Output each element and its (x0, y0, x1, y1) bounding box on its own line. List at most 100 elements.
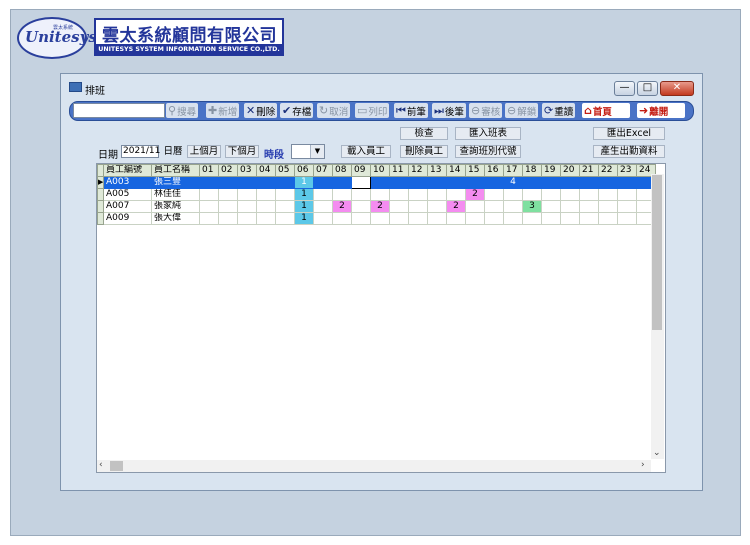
column-header[interactable]: 18 (522, 164, 542, 177)
vertical-scrollbar[interactable] (651, 174, 664, 459)
column-header[interactable]: 10 (370, 164, 390, 177)
load-staff-button[interactable]: 載入員工 (341, 145, 391, 158)
shift-cell[interactable] (617, 188, 637, 201)
shift-cell[interactable] (484, 212, 504, 225)
shift-cell[interactable]: 2 (465, 188, 485, 201)
shift-cell[interactable] (313, 200, 333, 213)
shift-cell[interactable] (199, 176, 219, 189)
table-row[interactable]: A005 林佳佳 1 2 (97, 188, 656, 201)
delete-button[interactable]: ✕ 刪除 (244, 103, 278, 118)
employee-id-cell[interactable]: A007 (103, 200, 152, 213)
shift-cell[interactable] (560, 176, 580, 189)
shift-cell[interactable] (389, 212, 409, 225)
shift-cell[interactable] (199, 212, 219, 225)
shift-cell[interactable] (237, 212, 257, 225)
shift-cell[interactable] (560, 188, 580, 201)
shift-cell[interactable] (370, 188, 390, 201)
scroll-left-icon[interactable]: ‹ (99, 460, 103, 470)
shift-cell[interactable] (256, 176, 276, 189)
column-header[interactable]: 07 (313, 164, 333, 177)
employee-id-cell[interactable]: A009 (103, 212, 152, 225)
shift-cell[interactable] (313, 212, 333, 225)
shift-cell[interactable] (446, 188, 466, 201)
shift-cell[interactable] (256, 188, 276, 201)
shift-cell[interactable] (427, 176, 447, 189)
shift-cell[interactable] (332, 176, 352, 189)
shift-cell[interactable] (503, 188, 523, 201)
table-row[interactable]: A009 張大偉 1 (97, 212, 656, 225)
column-header[interactable]: 22 (598, 164, 618, 177)
vertical-scroll-thumb[interactable] (652, 175, 662, 330)
export-excel-button[interactable]: 匯出Excel (593, 127, 665, 140)
shift-cell[interactable] (427, 212, 447, 225)
column-header[interactable]: 20 (560, 164, 580, 177)
home-button[interactable]: ⌂ 首頁 (582, 103, 630, 118)
column-header[interactable]: 17 (503, 164, 523, 177)
column-header[interactable]: 12 (408, 164, 428, 177)
column-header[interactable]: 19 (541, 164, 561, 177)
shift-cell[interactable] (408, 200, 428, 213)
shift-cell[interactable] (598, 200, 618, 213)
shift-cell[interactable] (579, 212, 599, 225)
scroll-down-icon[interactable]: ⌄ (653, 448, 661, 458)
column-header[interactable]: 21 (579, 164, 599, 177)
shift-cell[interactable] (256, 212, 276, 225)
shift-cell[interactable]: 1 (294, 188, 314, 201)
shift-cell[interactable] (579, 188, 599, 201)
shift-cell[interactable] (484, 176, 504, 189)
close-button[interactable]: ✕ (660, 81, 694, 96)
shift-cell[interactable]: 3 (522, 200, 542, 213)
shift-cell[interactable] (617, 212, 637, 225)
search-button[interactable]: ⚲ 搜尋 (166, 103, 199, 118)
shift-cell[interactable] (427, 188, 447, 201)
shift-cell[interactable] (199, 200, 219, 213)
column-header[interactable]: 05 (275, 164, 295, 177)
shift-cell[interactable] (408, 176, 428, 189)
shift-cell[interactable] (541, 200, 561, 213)
shift-cell[interactable] (256, 200, 276, 213)
employee-name-cell[interactable]: 張大偉 (151, 212, 200, 225)
column-header[interactable]: 11 (389, 164, 409, 177)
delete-staff-button[interactable]: 刪除員工 (400, 145, 448, 158)
shift-cell[interactable] (446, 176, 466, 189)
shift-cell[interactable] (408, 212, 428, 225)
shift-cell[interactable] (579, 200, 599, 213)
next-record-button[interactable]: ⏭ 後筆 (432, 103, 466, 118)
table-row[interactable]: A007 張家純 1 2 2 2 3 (97, 200, 656, 213)
shift-cell[interactable] (465, 200, 485, 213)
shift-cell[interactable] (275, 212, 295, 225)
shift-cell[interactable] (351, 212, 371, 225)
shift-cell[interactable] (370, 212, 390, 225)
shift-cell[interactable] (522, 176, 542, 189)
shift-cell[interactable] (275, 188, 295, 201)
audit-button[interactable]: ⊖ 審核 (469, 103, 503, 118)
shift-cell[interactable] (617, 176, 637, 189)
check-button[interactable]: 檢查 (400, 127, 448, 140)
shift-cell[interactable] (522, 212, 542, 225)
shift-cell[interactable] (598, 188, 618, 201)
shift-cell[interactable] (275, 176, 295, 189)
shift-cell[interactable] (237, 188, 257, 201)
leave-button[interactable]: ➜ 離開 (637, 103, 685, 118)
shift-cell[interactable] (465, 176, 485, 189)
employee-name-cell[interactable]: 林佳佳 (151, 188, 200, 201)
shift-cell[interactable] (560, 200, 580, 213)
shift-cell[interactable] (503, 212, 523, 225)
shift-cell[interactable] (541, 188, 561, 201)
shift-cell[interactable]: 1 (294, 176, 314, 189)
column-header[interactable]: 員工編號 (103, 164, 152, 177)
shift-cell[interactable] (465, 212, 485, 225)
shift-cell[interactable] (541, 212, 561, 225)
minimize-button[interactable]: — (614, 81, 635, 96)
shift-cell[interactable] (484, 188, 504, 201)
shift-cell[interactable]: 1 (294, 200, 314, 213)
column-header[interactable]: 01 (199, 164, 219, 177)
shift-cell[interactable] (218, 176, 238, 189)
horizontal-scroll-thumb[interactable] (110, 461, 123, 471)
shift-cell[interactable]: 1 (294, 212, 314, 225)
shift-cell[interactable] (522, 188, 542, 201)
maximize-button[interactable]: □ (637, 81, 658, 96)
employee-name-cell[interactable]: 張三豐 (151, 176, 200, 189)
shift-cell[interactable] (237, 200, 257, 213)
shift-cell[interactable] (484, 200, 504, 213)
